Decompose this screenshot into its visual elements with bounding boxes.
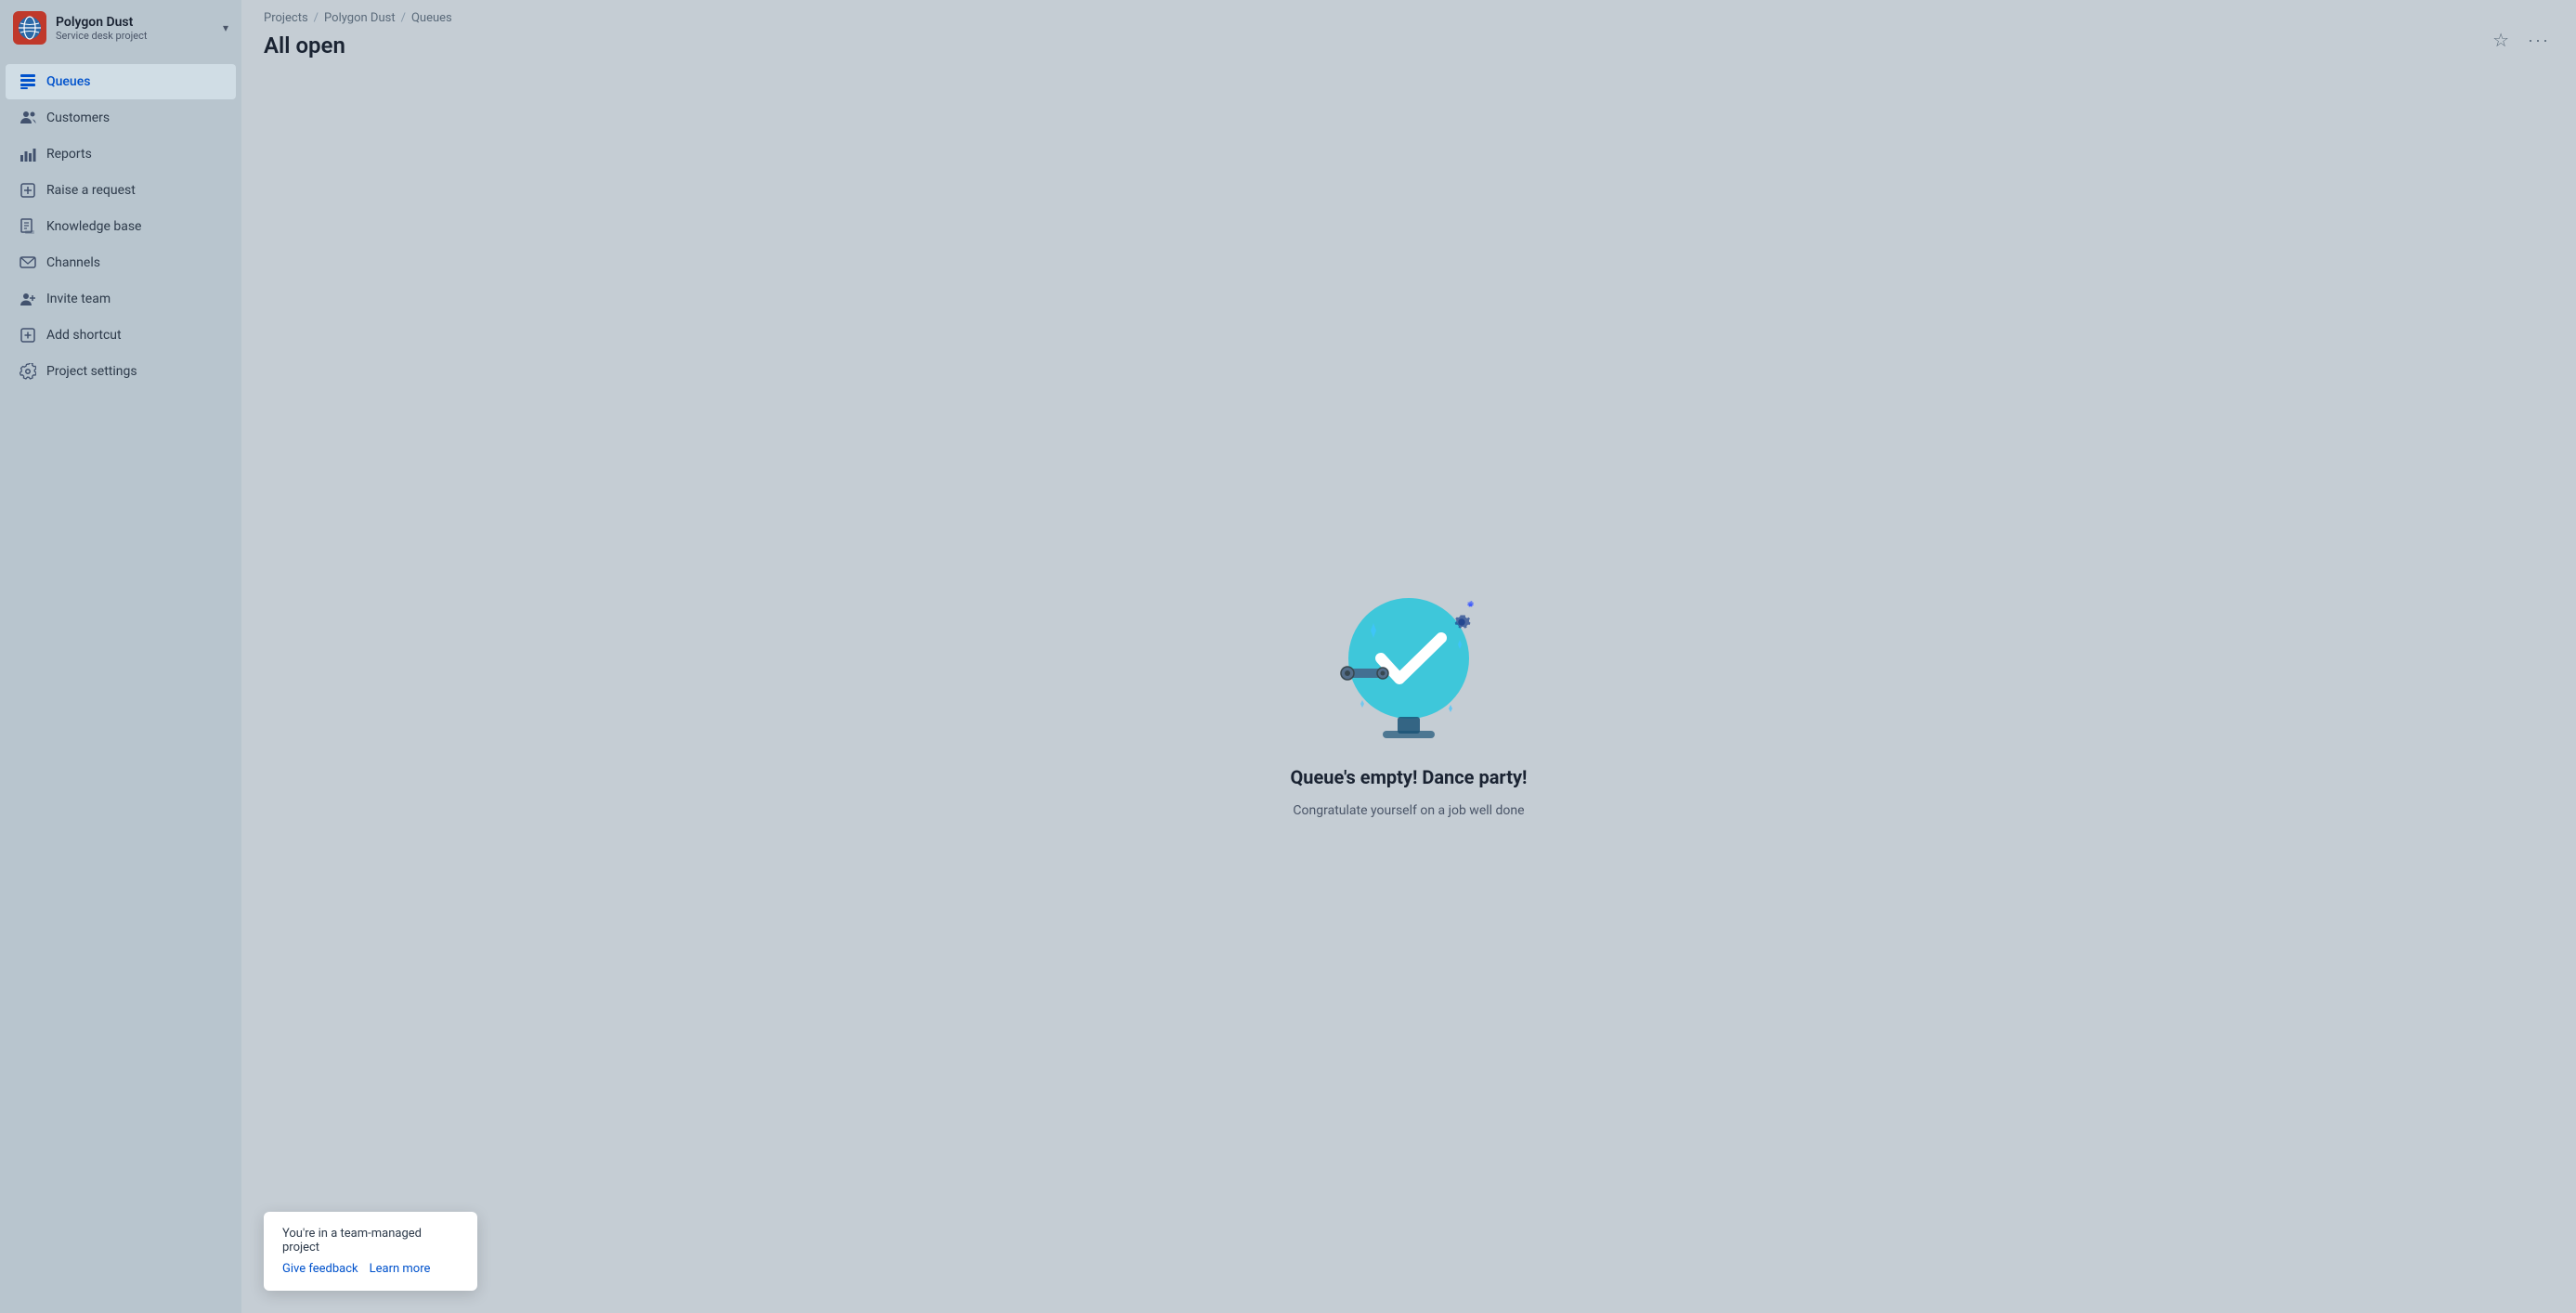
more-icon: ···	[2528, 31, 2550, 50]
breadcrumb-projects[interactable]: Projects	[264, 11, 308, 25]
sidebar-item-knowledge-base[interactable]: Knowledge base	[6, 209, 236, 244]
chevron-down-icon: ▾	[223, 21, 228, 34]
toast-message: You're in a team-managed project	[282, 1227, 459, 1254]
sidebar-item-queues[interactable]: Queues	[6, 64, 236, 99]
toast-card: You're in a team-managed project Give fe…	[264, 1212, 477, 1291]
main-content: Projects / Polygon Dust / Queues All ope…	[241, 0, 2576, 1313]
breadcrumb: Projects / Polygon Dust / Queues	[264, 11, 452, 25]
add-shortcut-icon	[19, 326, 37, 344]
channels-icon	[19, 254, 37, 272]
toast-learn-more-link[interactable]: Learn more	[370, 1262, 431, 1276]
toast-links: Give feedback Learn more	[282, 1262, 459, 1276]
customers-label: Customers	[46, 110, 110, 125]
topbar: Projects / Polygon Dust / Queues All ope…	[241, 0, 2576, 70]
sidebar-item-channels[interactable]: Channels	[6, 245, 236, 280]
star-icon: ☆	[2492, 29, 2509, 52]
breadcrumb-polygon-dust[interactable]: Polygon Dust	[324, 11, 396, 25]
topbar-actions: ☆ ···	[2489, 25, 2554, 56]
sidebar: Polygon Dust Service desk project ▾ Queu…	[0, 0, 241, 1313]
toast-give-feedback-link[interactable]: Give feedback	[282, 1262, 358, 1276]
empty-state-subtitle: Congratulate yourself on a job well done	[1293, 803, 1524, 818]
sidebar-item-reports[interactable]: Reports	[6, 136, 236, 172]
star-button[interactable]: ☆	[2489, 25, 2513, 56]
sidebar-item-raise-request[interactable]: Raise a request	[6, 173, 236, 208]
content-area: Queue's empty! Dance party! Congratulate…	[241, 70, 2576, 1313]
customers-icon	[19, 109, 37, 127]
project-settings-icon	[19, 362, 37, 381]
project-switcher[interactable]: Polygon Dust Service desk project ▾	[0, 0, 241, 56]
sidebar-item-invite-team[interactable]: Invite team	[6, 281, 236, 317]
empty-state: Queue's empty! Dance party! Congratulate…	[1291, 566, 1528, 818]
project-type: Service desk project	[56, 30, 214, 42]
queues-label: Queues	[46, 74, 90, 89]
sidebar-item-customers[interactable]: Customers	[6, 100, 236, 136]
breadcrumb-sep-2: /	[401, 11, 406, 25]
page-title: All open	[264, 29, 452, 70]
breadcrumb-sep-1: /	[314, 11, 319, 25]
breadcrumb-queues[interactable]: Queues	[411, 11, 452, 25]
invite-team-label: Invite team	[46, 292, 111, 306]
add-shortcut-label: Add shortcut	[46, 328, 122, 343]
channels-label: Channels	[46, 255, 100, 270]
project-info: Polygon Dust Service desk project	[56, 15, 214, 42]
invite-team-icon	[19, 290, 37, 308]
reports-icon	[19, 145, 37, 163]
knowledge-base-icon	[19, 217, 37, 236]
breadcrumb-and-title: Projects / Polygon Dust / Queues All ope…	[264, 11, 452, 70]
queues-icon	[19, 72, 37, 91]
knowledge-base-label: Knowledge base	[46, 219, 141, 234]
empty-illustration	[1307, 566, 1511, 751]
project-avatar	[13, 11, 46, 45]
raise-request-icon	[19, 181, 37, 200]
sidebar-navigation: Queues Customers Reports Raise a request	[0, 56, 241, 1313]
sidebar-item-add-shortcut[interactable]: Add shortcut	[6, 318, 236, 353]
more-options-button[interactable]: ···	[2524, 27, 2554, 54]
sidebar-item-project-settings[interactable]: Project settings	[6, 354, 236, 389]
reports-label: Reports	[46, 147, 92, 162]
project-name: Polygon Dust	[56, 15, 214, 30]
empty-state-title: Queue's empty! Dance party!	[1291, 766, 1528, 788]
raise-request-label: Raise a request	[46, 183, 136, 198]
project-settings-label: Project settings	[46, 364, 137, 379]
